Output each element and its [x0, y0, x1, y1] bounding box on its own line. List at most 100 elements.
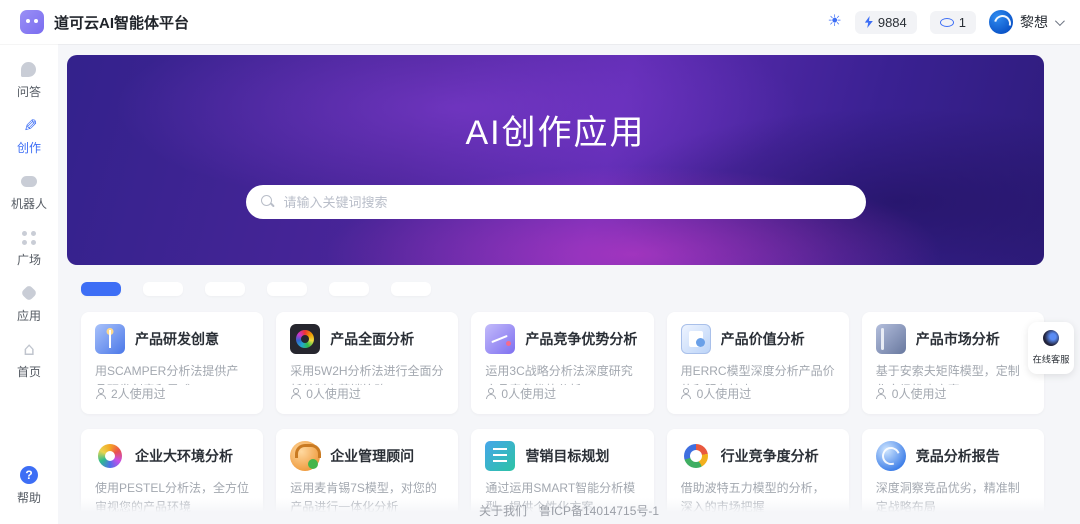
card-description: 采用5W2H分析法进行全面分析并制定营销策略: [290, 362, 444, 385]
sidebar-nav: 问答 创作 机器人 广场 应用 首页: [11, 60, 47, 396]
palette-icon: [95, 441, 125, 471]
chat-icon: [20, 60, 38, 78]
user-count-icon: [485, 388, 496, 399]
sidebar-item[interactable]: 广场: [11, 228, 47, 268]
usage-count: 0人使用过: [892, 385, 947, 402]
sidebar-item[interactable]: 应用: [11, 284, 47, 324]
sidebar-item[interactable]: 问答: [11, 60, 47, 100]
filter-tab[interactable]: [267, 282, 307, 296]
message-badge[interactable]: 1: [930, 11, 976, 34]
card-head: 行业竞争度分析: [681, 441, 835, 471]
header-right: ☀ 9884 1 黎想: [828, 10, 1063, 34]
card-title: 竞品分析报告: [916, 446, 1000, 466]
username: 黎想: [1020, 12, 1048, 32]
top-header: 道可云AI智能体平台 ☀ 9884 1 黎想: [0, 0, 1080, 44]
sidebar: 问答 创作 机器人 广场 应用 首页 ? 帮助: [0, 44, 58, 524]
card-title: 产品价值分析: [721, 329, 805, 349]
card-head: 企业大环境分析: [95, 441, 249, 471]
filter-tab[interactable]: [143, 282, 183, 296]
app-icon: [20, 284, 38, 302]
pen-icon: [20, 116, 38, 134]
card-title: 企业管理顾问: [330, 446, 414, 466]
search-bar: [246, 185, 866, 219]
chevron-down-icon: [1055, 16, 1065, 26]
card-description: 基于安索夫矩阵模型，定制化市场推广方案: [876, 362, 1030, 385]
filter-tab[interactable]: [391, 282, 431, 296]
message-count: 1: [959, 15, 966, 30]
filter-tab[interactable]: [81, 282, 121, 296]
card-title: 产品全面分析: [330, 329, 414, 349]
sidebar-item-label: 创作: [17, 139, 41, 156]
board-icon: [485, 324, 515, 354]
sidebar-item-label: 机器人: [11, 195, 47, 212]
card-title: 行业竞争度分析: [721, 446, 819, 466]
home-icon: [20, 340, 38, 358]
consultant-icon: [290, 441, 320, 471]
lightning-icon: [865, 16, 873, 28]
app-card[interactable]: 产品市场分析 基于安索夫矩阵模型，定制化市场推广方案 0人使用过: [862, 312, 1044, 414]
user-count-icon: [95, 388, 106, 399]
hero-banner: AI创作应用: [67, 55, 1044, 265]
online-service-label: 在线客服: [1033, 352, 1070, 366]
swirl-icon: [876, 441, 906, 471]
search-icon: [261, 195, 275, 209]
app-card[interactable]: 产品全面分析 采用5W2H分析法进行全面分析并制定营销策略 0人使用过: [276, 312, 458, 414]
app-title: 道可云AI智能体平台: [54, 12, 189, 33]
user-count-icon: [876, 388, 887, 399]
card-title: 产品市场分析: [916, 329, 1000, 349]
theme-sun-icon[interactable]: ☀: [828, 14, 842, 30]
user-menu[interactable]: 黎想: [989, 10, 1062, 34]
card-usage: 0人使用过: [290, 385, 444, 402]
online-service-button[interactable]: 在线客服: [1028, 322, 1074, 374]
card-description: 用ERRC模型深度分析产品价值和服务特点: [681, 362, 835, 385]
card-usage: 0人使用过: [681, 385, 835, 402]
help-icon: ?: [20, 466, 38, 484]
filter-tabs: [67, 282, 1044, 296]
card-usage: 0人使用过: [485, 385, 639, 402]
card-head: 竞品分析报告: [876, 441, 1030, 471]
card-usage: 2人使用过: [95, 385, 249, 402]
main-content: AI创作应用 产品研发创意 用SCAMPER分析法提供产品研发创意和灵感 2人使…: [58, 44, 1080, 524]
sidebar-item-label: 帮助: [17, 489, 41, 506]
sidebar-item[interactable]: 创作: [11, 116, 47, 156]
card-description: 用SCAMPER分析法提供产品研发创意和灵感: [95, 362, 249, 385]
app-card[interactable]: 产品竞争优势分析 运用3C战略分析法深度研究产品竞争优势分析 0人使用过: [471, 312, 653, 414]
avatar: [989, 10, 1013, 34]
sidebar-item-label: 问答: [17, 83, 41, 100]
usage-count: 0人使用过: [501, 385, 556, 402]
sidebar-item-help[interactable]: ? 帮助: [0, 466, 58, 506]
cards-grid: 产品研发创意 用SCAMPER分析法提供产品研发创意和灵感 2人使用过 产品全面…: [67, 312, 1044, 524]
icp-link[interactable]: 鲁ICP备14014715号-1: [539, 502, 659, 519]
filter-tab[interactable]: [329, 282, 369, 296]
card-head: 企业管理顾问: [290, 441, 444, 471]
service-camera-icon: [1043, 330, 1059, 346]
filter-tab[interactable]: [205, 282, 245, 296]
page-title: AI创作应用: [465, 105, 645, 154]
app-card[interactable]: 产品价值分析 用ERRC模型深度分析产品价值和服务特点 0人使用过: [667, 312, 849, 414]
energy-badge[interactable]: 9884: [855, 11, 917, 34]
card-title: 产品研发创意: [135, 329, 219, 349]
card-head: 营销目标规划: [485, 441, 639, 471]
donut-icon: [681, 441, 711, 471]
card-title: 企业大环境分析: [135, 446, 233, 466]
user-count-icon: [290, 388, 301, 399]
sidebar-item-label: 广场: [17, 251, 41, 268]
sidebar-item[interactable]: 机器人: [11, 172, 47, 212]
sidebar-item-label: 应用: [17, 307, 41, 324]
card-description: 运用3C战略分析法深度研究产品竞争优势分析: [485, 362, 639, 385]
app-card[interactable]: 产品研发创意 用SCAMPER分析法提供产品研发创意和灵感 2人使用过: [81, 312, 263, 414]
card-title: 产品竞争优势分析: [525, 329, 637, 349]
user-count-icon: [681, 388, 692, 399]
card-head: 产品价值分析: [681, 324, 835, 354]
card-head: 产品全面分析: [290, 324, 444, 354]
card-head: 产品研发创意: [95, 324, 249, 354]
card-usage: 0人使用过: [876, 385, 1030, 402]
about-link[interactable]: 关于我们: [479, 502, 527, 519]
doc-icon: [485, 441, 515, 471]
robot-icon: [20, 172, 38, 190]
cloud-icon: [940, 18, 954, 27]
energy-count: 9884: [878, 15, 907, 30]
sidebar-item[interactable]: 首页: [11, 340, 47, 380]
book-icon: [95, 324, 125, 354]
search-input[interactable]: [246, 185, 866, 219]
